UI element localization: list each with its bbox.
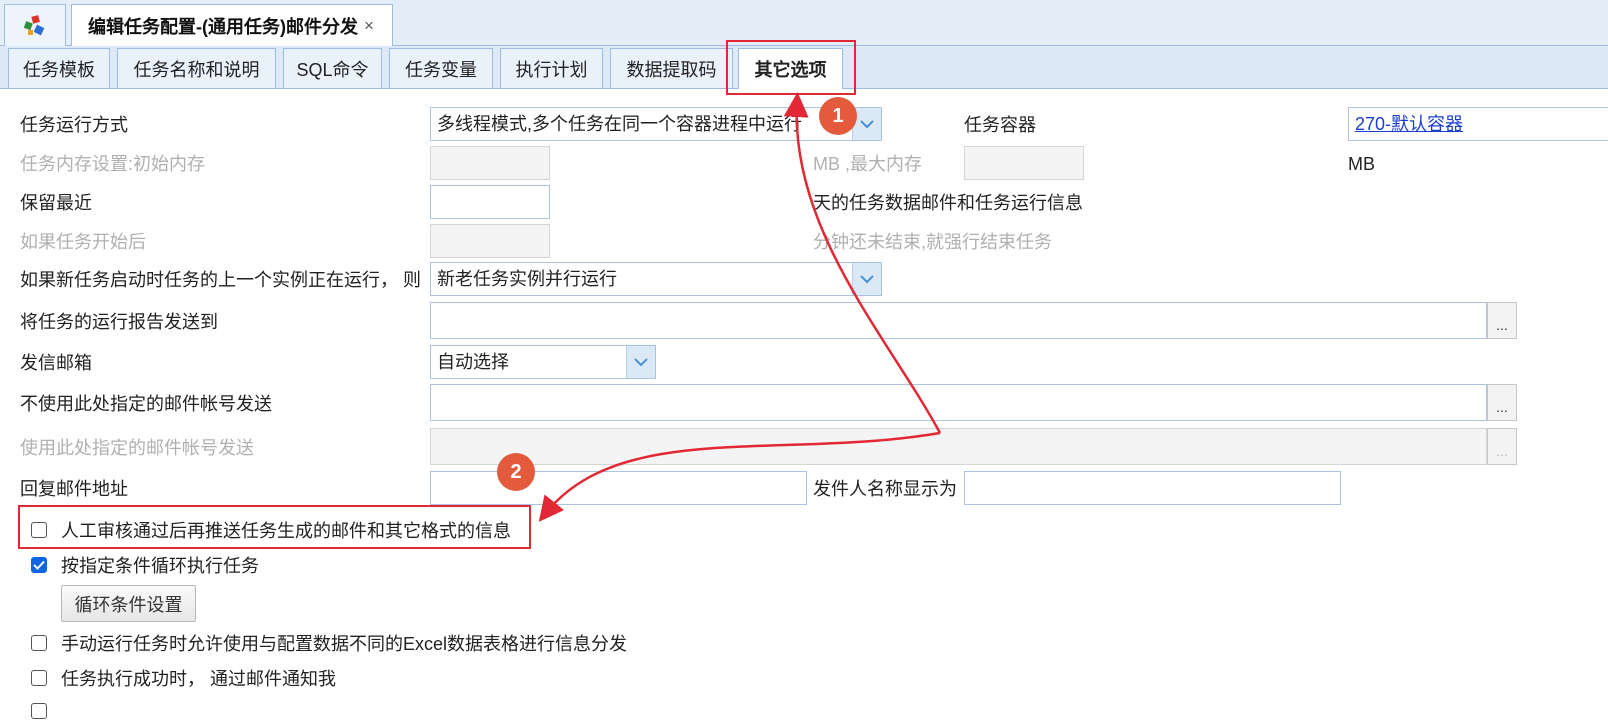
- timeout-suffix: 分钟还未结束,就强行结束任务: [813, 232, 1052, 252]
- failure-notify-checkbox[interactable]: [31, 703, 47, 719]
- initial-memory-input[interactable]: [430, 146, 550, 180]
- sender-mailbox-label: 发信邮箱: [20, 353, 92, 373]
- overlap-label: 如果新任务启动时任务的上一个实例正在运行， 则: [20, 270, 421, 290]
- timeout-label: 如果任务开始后: [20, 232, 146, 252]
- keep-days-input[interactable]: [430, 185, 550, 219]
- step-badge-2: 2: [497, 453, 535, 491]
- app-logo-icon: [23, 14, 45, 35]
- highlight-other-options-tab: [726, 40, 856, 95]
- overlap-value: 新老任务实例并行运行: [437, 269, 617, 289]
- report-browse-button[interactable]: ...: [1487, 302, 1517, 339]
- include-accounts-browse-button[interactable]: ...: [1487, 428, 1517, 465]
- include-accounts-label: 使用此处指定的邮件帐号发送: [20, 438, 254, 458]
- loop-condition-button[interactable]: 循环条件设置: [61, 585, 196, 622]
- keep-days-label: 保留最近: [20, 193, 92, 213]
- success-notify-label: 任务执行成功时， 通过邮件通知我: [61, 669, 336, 689]
- tab-extract-code[interactable]: 数据提取码: [610, 48, 733, 88]
- run-mode-label: 任务运行方式: [20, 115, 128, 135]
- excel-override-option[interactable]: 手动运行任务时允许使用与配置数据不同的Excel数据表格进行信息分发: [31, 630, 627, 656]
- document-tab[interactable]: 编辑任务配置-(通用任务)邮件分发 ×: [71, 4, 393, 46]
- loop-execution-checkbox[interactable]: [31, 557, 47, 573]
- max-memory-input[interactable]: [964, 146, 1084, 180]
- tab-task-name[interactable]: 任务名称和说明: [117, 48, 276, 88]
- memory-unit-label: MB: [1348, 154, 1375, 174]
- sender-mailbox-value: 自动选择: [437, 352, 509, 372]
- tab-task-template[interactable]: 任务模板: [8, 48, 110, 88]
- close-icon[interactable]: ×: [364, 16, 374, 36]
- memory-label: 任务内存设置:初始内存: [20, 154, 205, 174]
- run-mode-select[interactable]: 多线程模式,多个任务在同一个容器进程中运行: [430, 107, 882, 141]
- container-link[interactable]: 270-默认容器: [1355, 114, 1463, 134]
- failure-notify-option[interactable]: [31, 700, 61, 725]
- excel-override-label: 手动运行任务时允许使用与配置数据不同的Excel数据表格进行信息分发: [61, 634, 628, 654]
- tab-sql-command[interactable]: SQL命令: [283, 48, 382, 88]
- loop-execution-label: 按指定条件循环执行任务: [61, 556, 259, 576]
- success-notify-option[interactable]: 任务执行成功时， 通过邮件通知我: [31, 665, 336, 691]
- container-label: 任务容器: [964, 115, 1036, 135]
- report-recipients-input[interactable]: [430, 302, 1487, 339]
- sender-name-label: 发件人名称显示为: [813, 479, 957, 499]
- sender-mailbox-select[interactable]: 自动选择: [430, 345, 656, 379]
- exclude-accounts-browse-button[interactable]: ...: [1487, 384, 1517, 421]
- reply-address-label: 回复邮件地址: [20, 479, 128, 499]
- sender-name-input[interactable]: [964, 471, 1341, 505]
- tab-task-variables[interactable]: 任务变量: [389, 48, 493, 88]
- step-badge-1: 1: [819, 97, 857, 135]
- loop-execution-option[interactable]: 按指定条件循环执行任务: [31, 552, 259, 578]
- exclude-accounts-label: 不使用此处指定的邮件帐号发送: [20, 394, 272, 414]
- document-tab-title: 编辑任务配置-(通用任务)邮件分发: [88, 16, 358, 37]
- home-tab[interactable]: [4, 4, 66, 46]
- chevron-down-icon[interactable]: [626, 346, 655, 378]
- include-accounts-input[interactable]: [430, 428, 1487, 465]
- overlap-select[interactable]: 新老任务实例并行运行: [430, 262, 882, 296]
- highlight-manual-review: [18, 505, 531, 549]
- excel-override-checkbox[interactable]: [31, 635, 47, 651]
- checkmark-icon: [33, 560, 45, 570]
- exclude-accounts-input[interactable]: [430, 384, 1487, 421]
- tab-schedule[interactable]: 执行计划: [500, 48, 603, 88]
- chevron-down-icon[interactable]: [852, 263, 881, 295]
- max-memory-label: MB ,最大内存: [813, 154, 923, 174]
- container-field[interactable]: 270-默认容器: [1348, 107, 1608, 141]
- success-notify-checkbox[interactable]: [31, 670, 47, 686]
- timeout-input[interactable]: [430, 224, 550, 258]
- keep-days-suffix: 天的任务数据邮件和任务运行信息: [813, 193, 1083, 213]
- reply-address-input[interactable]: [430, 471, 807, 505]
- run-mode-value: 多线程模式,多个任务在同一个容器进程中运行: [437, 114, 802, 134]
- report-label: 将任务的运行报告发送到: [20, 312, 218, 332]
